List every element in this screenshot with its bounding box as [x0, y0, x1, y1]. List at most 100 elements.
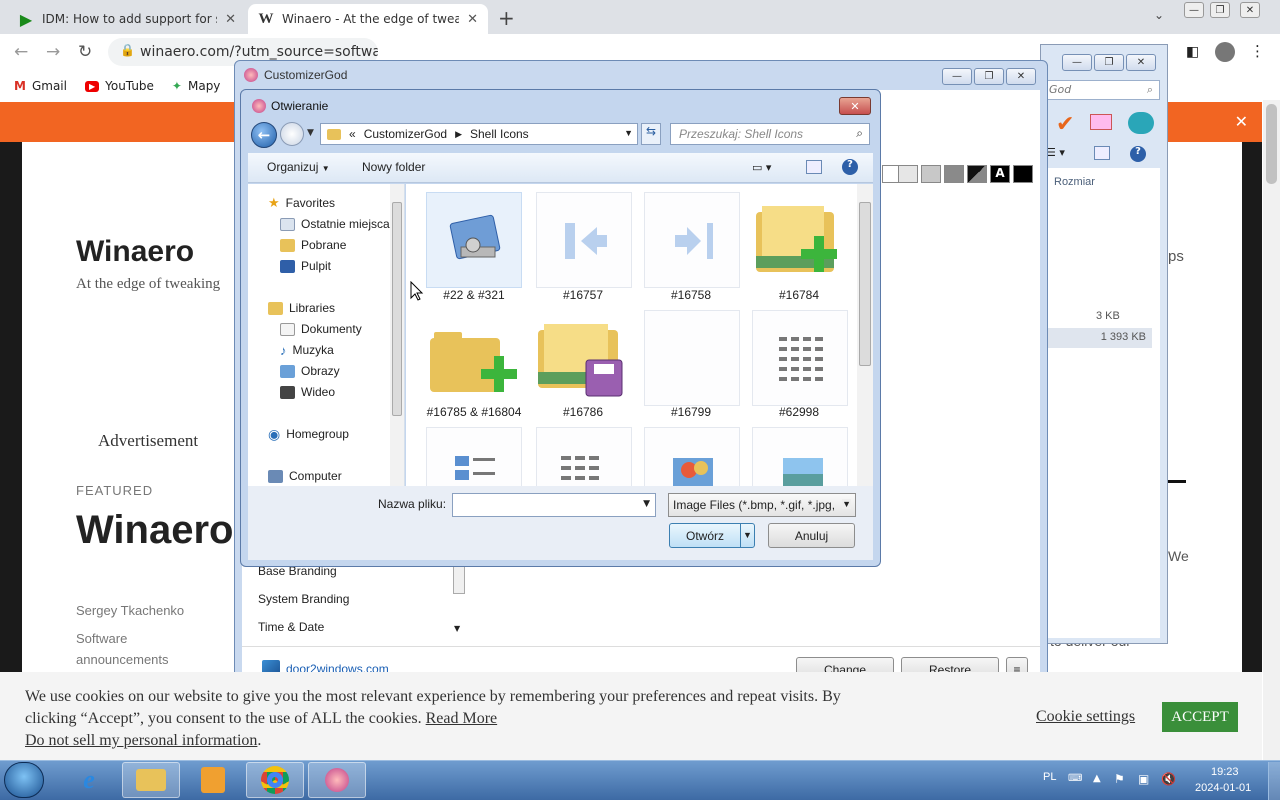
check-icon[interactable]: ✔	[1056, 112, 1074, 137]
dialog-close-button[interactable]: ✕	[839, 97, 871, 115]
nav-pictures[interactable]: Obrazy	[280, 362, 340, 380]
filename-dropdown-icon[interactable]: ▼	[643, 499, 650, 509]
bg-minimize-button[interactable]: —	[1062, 54, 1092, 71]
file-tile[interactable]	[426, 310, 522, 406]
file-tile[interactable]	[536, 310, 632, 406]
file-type-dropdown-icon[interactable]: ▼	[842, 499, 851, 509]
scroll-down-icon[interactable]: ▼	[454, 624, 460, 633]
sidebar-scrollbar[interactable]	[453, 566, 465, 594]
open-button[interactable]: Otwórz ▼	[669, 523, 755, 548]
refresh-icon[interactable]: ⇆	[641, 123, 661, 145]
author-link[interactable]: Sergey Tkachenko	[76, 603, 184, 618]
size-cell-selected[interactable]: 1 393 KB	[1048, 328, 1152, 348]
sidebar-item-time-date[interactable]: Time & Date	[258, 620, 324, 634]
file-list-scrollbar-thumb[interactable]	[859, 202, 871, 366]
tab-idm[interactable]: ▶ IDM: How to add support for sha ✕	[8, 4, 246, 34]
bg-close-button[interactable]: ✕	[1126, 54, 1156, 71]
change-view-icon[interactable]: ▭ ▾	[752, 161, 771, 174]
close-tab-icon[interactable]: ✕	[467, 12, 478, 27]
column-header-size[interactable]: Rozmiar	[1054, 176, 1095, 188]
minimize-button[interactable]: —	[1184, 2, 1204, 18]
file-tile[interactable]	[752, 192, 848, 288]
bookmark-mapy[interactable]: ✦ Mapy	[172, 79, 221, 93]
file-tile[interactable]	[752, 310, 848, 406]
breadcrumb-customizergod[interactable]: CustomizerGod	[364, 127, 447, 141]
back-icon[interactable]: ←	[14, 42, 28, 62]
cg-close-button[interactable]: ✕	[1006, 68, 1036, 85]
accept-button[interactable]: ACCEPT	[1162, 702, 1238, 732]
open-dropdown-icon[interactable]: ▼	[740, 524, 754, 547]
cg-minimize-button[interactable]: —	[942, 68, 972, 85]
file-type-select[interactable]: Image Files (*.bmp, *.gif, *.jpg, ▼	[668, 493, 856, 517]
reload-icon[interactable]: ↻	[78, 42, 92, 62]
back-arrow-icon[interactable]: ←	[251, 122, 277, 148]
show-hidden-icons[interactable]: ▲	[1093, 773, 1101, 784]
preview-pane-icon[interactable]	[806, 160, 822, 174]
nav-videos[interactable]: Wideo	[280, 383, 335, 401]
text-color-swatch[interactable]: A	[990, 165, 1010, 183]
nav-favorites[interactable]: ★ Favorites	[268, 194, 335, 212]
file-tile[interactable]	[644, 192, 740, 288]
file-tile[interactable]	[536, 192, 632, 288]
new-tab-button[interactable]: +	[498, 6, 515, 30]
forward-arrow-icon[interactable]	[280, 122, 304, 146]
new-folder-button[interactable]: Nowy folder	[362, 160, 425, 174]
network-icon[interactable]: ▣	[1138, 772, 1149, 786]
view-dropdown-icon[interactable]: ☰ ▾	[1046, 146, 1065, 159]
breadcrumb-shell-icons[interactable]: Shell Icons	[470, 127, 529, 141]
taskbar-media-player[interactable]	[184, 762, 242, 798]
read-more-link[interactable]: Read More	[426, 710, 498, 727]
page-scrollbar[interactable]	[1263, 100, 1280, 760]
tab-winaero[interactable]: W Winaero - At the edge of tweaking ✕	[248, 4, 488, 34]
volume-muted-icon[interactable]: 🔇	[1161, 772, 1176, 786]
preview-pane-icon[interactable]	[1094, 146, 1110, 160]
file-tile[interactable]	[752, 427, 848, 487]
file-label[interactable]: #16785 & #16804	[419, 405, 529, 419]
dialog-address-bar[interactable]: « CustomizerGod ▶ Shell Icons ▼	[320, 123, 638, 145]
bg-search-field[interactable]: God ⌕	[1044, 80, 1160, 100]
help-icon[interactable]: ?	[842, 159, 858, 175]
file-label[interactable]: #16799	[636, 405, 746, 419]
mail-icon[interactable]	[1090, 114, 1112, 130]
cookie-settings-link[interactable]: Cookie settings	[1036, 708, 1135, 726]
nav-downloads[interactable]: Pobrane	[280, 236, 346, 254]
file-label[interactable]: #22 & #321	[419, 288, 529, 302]
menu-icon[interactable]: ⋮	[1250, 42, 1265, 60]
filename-input[interactable]: ▼	[452, 493, 656, 517]
bookmark-gmail[interactable]: M Gmail	[14, 79, 67, 93]
category-link-line1[interactable]: Software	[76, 631, 127, 646]
nav-libraries[interactable]: Libraries	[268, 299, 335, 317]
site-title[interactable]: Winaero	[76, 235, 194, 269]
category-link-line2[interactable]: announcements	[76, 652, 169, 667]
profile-avatar[interactable]	[1215, 42, 1235, 62]
tab-search-icon[interactable]: ⌄	[1154, 8, 1164, 22]
show-desktop-button[interactable]	[1268, 762, 1280, 800]
keyboard-icon[interactable]: ⌨	[1068, 773, 1082, 784]
do-not-sell-link[interactable]: Do not sell my personal information	[25, 732, 257, 749]
color-swatch[interactable]	[1013, 165, 1033, 183]
nav-scrollbar-thumb[interactable]	[392, 202, 402, 416]
sidebar-item-system-branding[interactable]: System Branding	[258, 592, 349, 606]
taskbar-ie[interactable]: e	[60, 762, 118, 798]
dialog-search-field[interactable]: Przeszukaj: Shell Icons ⌕	[670, 123, 870, 145]
close-icon[interactable]: ✕	[1235, 112, 1248, 131]
nav-music[interactable]: ♪ Muzyka	[280, 341, 334, 359]
cancel-button[interactable]: Anuluj	[768, 523, 855, 548]
action-center-icon[interactable]: ⚑	[1114, 772, 1125, 786]
close-button[interactable]: ✕	[1240, 2, 1260, 18]
bg-maximize-button[interactable]: ❐	[1094, 54, 1124, 71]
file-tile[interactable]	[644, 310, 740, 406]
featured-title[interactable]: Winaero	[76, 508, 233, 553]
taskbar-chrome[interactable]	[246, 762, 304, 798]
nav-documents[interactable]: Dokumenty	[280, 320, 362, 338]
globe-icon[interactable]	[1128, 112, 1154, 134]
nav-recent-places[interactable]: Ostatnie miejsca	[280, 215, 390, 233]
file-label[interactable]: #16786	[528, 405, 638, 419]
nav-homegroup[interactable]: ◉ Homegroup	[268, 425, 349, 443]
history-dropdown-icon[interactable]: ▼	[307, 128, 314, 138]
help-icon[interactable]: ?	[1130, 146, 1146, 162]
file-tile[interactable]	[536, 427, 632, 487]
file-tile[interactable]	[426, 427, 522, 487]
close-tab-icon[interactable]: ✕	[225, 12, 236, 27]
bookmark-youtube[interactable]: ▶ YouTube	[84, 79, 154, 93]
